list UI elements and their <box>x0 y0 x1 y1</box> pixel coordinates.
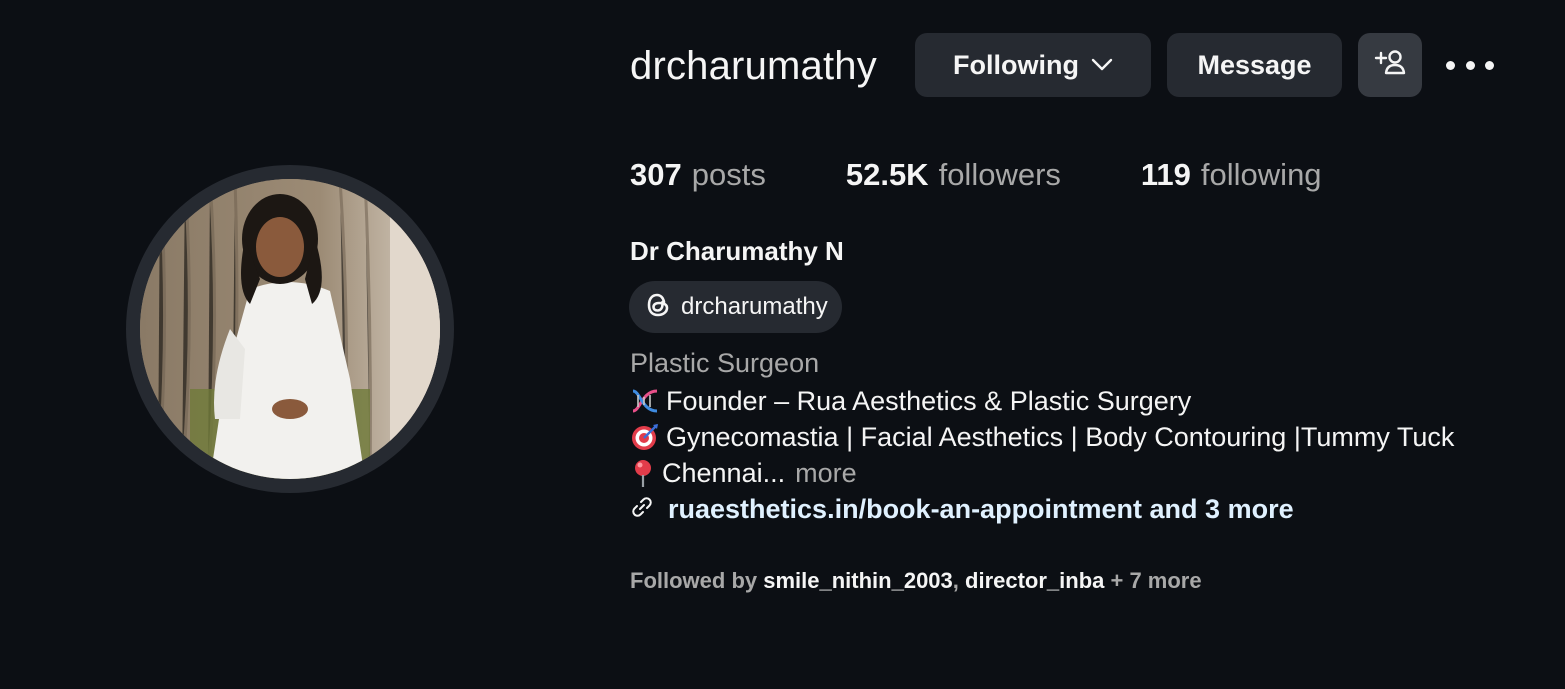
avatar-ring[interactable] <box>126 165 454 493</box>
profile-page: drcharumathy Following Message 307 posts <box>0 0 1565 689</box>
followers-stat[interactable]: 52.5K followers <box>846 157 1061 193</box>
bio-line-location: Chennai... more <box>630 456 857 490</box>
followed-by-more[interactable]: + 7 more <box>1104 568 1202 593</box>
link-icon <box>630 495 654 524</box>
target-emoji <box>630 422 666 452</box>
followed-by-separator: , <box>952 568 966 593</box>
pin-emoji <box>630 458 662 488</box>
profile-photo <box>140 179 440 479</box>
followed-by-prefix: Followed by <box>630 568 764 593</box>
profile-category: Plastic Surgeon <box>630 348 820 378</box>
followers-count: 52.5K <box>845 157 929 192</box>
message-button-label: Message <box>1197 49 1312 80</box>
posts-stat: 307 posts <box>630 157 766 193</box>
dot <box>1446 60 1455 70</box>
bio-text-location: Chennai... <box>662 457 786 488</box>
profile-full-name: Dr Charumathy N <box>630 236 844 266</box>
add-user-button[interactable] <box>1358 33 1422 97</box>
bio-link-text[interactable]: ruaesthetics.in/book-an-appointment and … <box>668 494 1294 525</box>
following-count: 119 <box>1140 157 1191 192</box>
bio-link[interactable]: ruaesthetics.in/book-an-appointment and … <box>630 492 1294 526</box>
add-user-icon <box>1374 48 1406 83</box>
bio-text-services: Gynecomastia | Facial Aesthetics | Body … <box>666 421 1455 452</box>
profile-username: drcharumathy <box>630 44 877 88</box>
following-button-label: Following <box>953 49 1079 80</box>
following-label: following <box>1200 157 1322 192</box>
dot <box>1465 60 1475 70</box>
followers-label: followers <box>938 157 1061 192</box>
chevron-down-icon <box>1091 58 1113 72</box>
threads-badge[interactable]: drcharumathy <box>629 281 842 333</box>
followed-by-account[interactable]: smile_nithin_2003 <box>763 568 953 593</box>
threads-handle: drcharumathy <box>681 293 828 320</box>
dna-emoji <box>630 386 666 416</box>
threads-icon <box>643 290 673 325</box>
followed-by-account[interactable]: director_inba <box>965 568 1104 593</box>
bio-line-services: Gynecomastia | Facial Aesthetics | Body … <box>630 420 1454 454</box>
posts-count: 307 <box>630 157 682 192</box>
bio-more-link[interactable]: more <box>795 458 857 489</box>
bio-line-founder: Founder – Rua Aesthetics & Plastic Surge… <box>630 384 1191 418</box>
dot <box>1485 60 1494 70</box>
profile-stats: 307 posts 52.5K followers 119 following <box>630 155 1322 195</box>
more-options-icon[interactable] <box>1446 50 1494 80</box>
avatar[interactable] <box>140 179 440 479</box>
following-button[interactable]: Following <box>915 33 1151 97</box>
posts-label: posts <box>691 157 766 192</box>
bio-text-founder: Founder – Rua Aesthetics & Plastic Surge… <box>666 385 1192 416</box>
message-button[interactable]: Message <box>1167 33 1342 97</box>
followed-by[interactable]: Followed by smile_nithin_2003, director_… <box>630 568 1202 594</box>
following-stat[interactable]: 119 following <box>1141 157 1322 193</box>
